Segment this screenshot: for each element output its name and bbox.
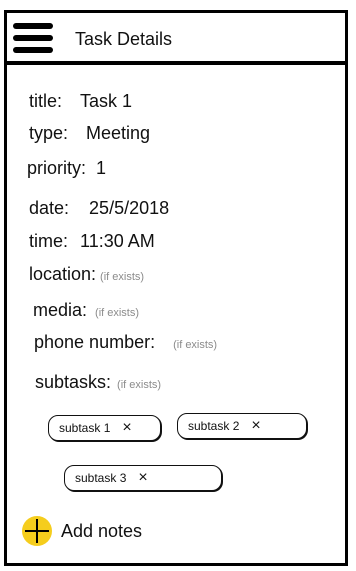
add-notes-label: Add notes — [61, 520, 143, 541]
subtask-chip-label: subtask 1 — [59, 421, 111, 435]
time-field: time: 11:30 AM — [29, 231, 155, 252]
page-title: Task Details — [75, 29, 173, 49]
hamburger-menu-icon[interactable] — [13, 23, 53, 53]
priority-label: priority: — [27, 158, 87, 178]
subtask-chip-label: subtask 2 — [188, 419, 240, 433]
plus-icon[interactable] — [22, 516, 52, 546]
subtasks-hint: (if exists) — [117, 379, 162, 391]
subtasks-label: subtasks: — [35, 372, 112, 392]
type-value: Meeting — [86, 123, 151, 143]
type-field: type: Meeting — [29, 123, 150, 144]
title-label: title: — [29, 91, 63, 111]
subtask-chip[interactable]: subtask 1 × — [48, 415, 161, 441]
media-label: media: — [33, 300, 88, 320]
task-details-screen: Task Details title: Task 1 type: Meeting p… — [4, 10, 348, 566]
title-field: title: Task 1 — [29, 91, 132, 112]
time-value: 11:30 AM — [80, 231, 155, 251]
location-label: location: — [29, 264, 97, 284]
date-value: 25/5/2018 — [89, 198, 170, 218]
time-label: time: — [29, 231, 69, 251]
title-value: Task 1 — [80, 91, 133, 111]
priority-field: priority: 1 — [27, 158, 106, 179]
media-hint: (if exists) — [95, 307, 140, 319]
phone-number-label: phone number: — [34, 332, 156, 352]
close-icon[interactable]: × — [251, 418, 260, 434]
type-label: type: — [29, 123, 69, 143]
subtask-chip-label: subtask 3 — [75, 471, 127, 485]
subtask-chip[interactable]: subtask 3 × — [64, 465, 222, 491]
add-notes-button[interactable]: Add notes — [22, 516, 142, 546]
date-field: date: 25/5/2018 — [29, 198, 169, 219]
subtasks-field: subtasks: (if exists) — [35, 372, 161, 393]
close-icon[interactable]: × — [138, 470, 147, 486]
media-field: media: (if exists) — [33, 300, 139, 321]
location-field: location: (if exists) — [29, 264, 144, 285]
app-header: Task Details — [7, 13, 345, 65]
phone-number-hint: (if exists) — [173, 339, 218, 351]
close-icon[interactable]: × — [122, 420, 131, 436]
phone-number-field: phone number: (if exists) — [34, 332, 217, 353]
subtask-chip[interactable]: subtask 2 × — [177, 413, 307, 439]
priority-value: 1 — [96, 158, 107, 178]
date-label: date: — [29, 198, 70, 218]
location-hint: (if exists) — [100, 271, 145, 283]
